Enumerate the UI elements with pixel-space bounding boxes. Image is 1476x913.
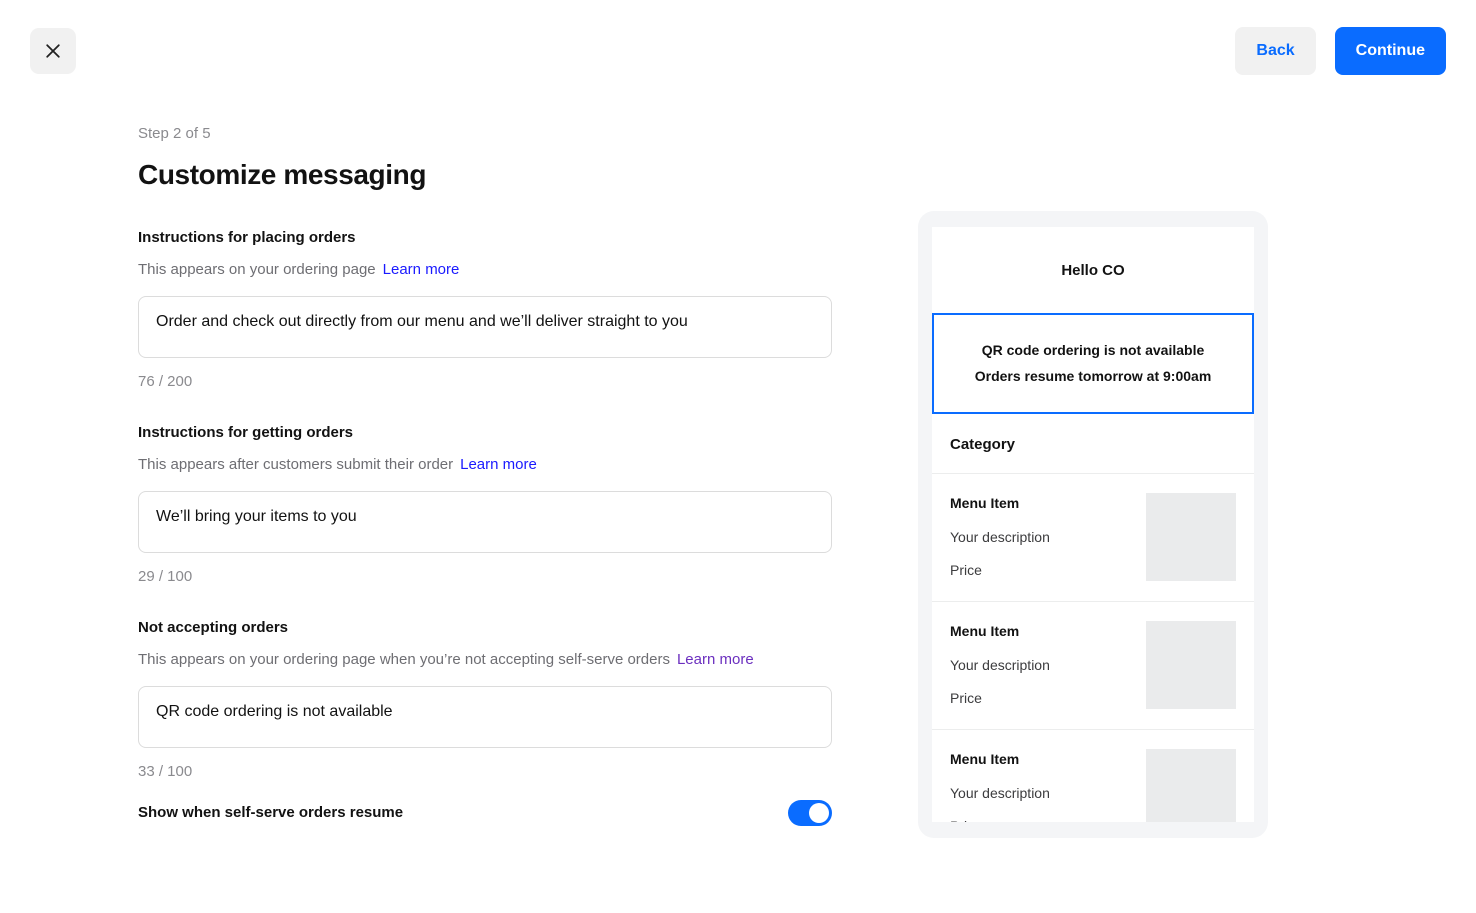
- ordering-page-preview: Hello CO QR code ordering is not availab…: [918, 211, 1268, 838]
- menu-item-description: Your description: [950, 784, 1050, 802]
- show-resume-toggle-row: Show when self-serve orders resume: [138, 800, 832, 826]
- menu-item-name: Menu Item: [950, 494, 1050, 512]
- form-column: Step 2 of 5 Customize messaging Instruct…: [138, 124, 838, 826]
- back-button[interactable]: Back: [1235, 27, 1315, 75]
- toggle-knob: [809, 803, 829, 823]
- field-helper: This appears after customers submit thei…: [138, 455, 838, 475]
- top-bar: Back Continue: [0, 0, 1476, 103]
- field-placing-orders: Instructions for placing orders This app…: [138, 228, 838, 392]
- page-title: Customize messaging: [138, 158, 838, 192]
- character-counter: 29 / 100: [138, 567, 838, 587]
- preview-alert-line-2: Orders resume tomorrow at 9:00am: [975, 367, 1212, 386]
- not-accepting-orders-input[interactable]: [138, 686, 832, 748]
- field-label: Instructions for placing orders: [138, 228, 838, 248]
- close-button[interactable]: [30, 28, 76, 74]
- section-spacer: [138, 587, 838, 618]
- continue-button[interactable]: Continue: [1335, 27, 1446, 75]
- preview-alert-line-1: QR code ordering is not available: [982, 341, 1205, 360]
- menu-item-description: Your description: [950, 656, 1050, 674]
- character-counter: 33 / 100: [138, 762, 838, 782]
- field-label: Not accepting orders: [138, 618, 838, 638]
- menu-item-row: Menu Item Your description Price: [932, 730, 1254, 822]
- preview-category-label: Category: [932, 414, 1254, 474]
- menu-item-price: Price: [950, 689, 1050, 707]
- menu-item-name: Menu Item: [950, 622, 1050, 640]
- character-counter: 76 / 200: [138, 372, 838, 392]
- menu-item-name: Menu Item: [950, 750, 1050, 768]
- learn-more-link[interactable]: Learn more: [677, 651, 754, 668]
- menu-item-price: Price: [950, 817, 1050, 822]
- field-helper: This appears on your ordering page when …: [138, 650, 838, 670]
- menu-item-row: Menu Item Your description Price: [932, 602, 1254, 730]
- field-helper-text: This appears on your ordering page when …: [138, 651, 670, 668]
- field-not-accepting-orders: Not accepting orders This appears on you…: [138, 618, 838, 782]
- preview-unavailable-message: QR code ordering is not available Orders…: [932, 313, 1254, 414]
- field-label: Instructions for getting orders: [138, 423, 838, 443]
- menu-item-price: Price: [950, 561, 1050, 579]
- learn-more-link[interactable]: Learn more: [383, 261, 460, 278]
- preview-screen: Hello CO QR code ordering is not availab…: [932, 227, 1254, 822]
- toggle-label: Show when self-serve orders resume: [138, 803, 403, 823]
- show-resume-toggle[interactable]: [788, 800, 832, 826]
- close-icon: [45, 43, 61, 59]
- preview-store-name: Hello CO: [932, 227, 1254, 313]
- menu-item-image-placeholder: [1146, 621, 1236, 709]
- menu-item-image-placeholder: [1146, 493, 1236, 581]
- menu-item-description: Your description: [950, 528, 1050, 546]
- instructions-placing-orders-input[interactable]: [138, 296, 832, 358]
- instructions-getting-orders-input[interactable]: [138, 491, 832, 553]
- learn-more-link[interactable]: Learn more: [460, 456, 537, 473]
- step-label: Step 2 of 5: [138, 124, 838, 144]
- field-getting-orders: Instructions for getting orders This app…: [138, 423, 838, 587]
- field-helper-text: This appears on your ordering page: [138, 261, 376, 278]
- menu-item-image-placeholder: [1146, 749, 1236, 822]
- menu-item-text: Menu Item Your description Price: [950, 493, 1050, 579]
- section-spacer: [138, 392, 838, 423]
- topbar-actions: Back Continue: [1235, 27, 1446, 75]
- menu-item-row: Menu Item Your description Price: [932, 474, 1254, 602]
- menu-item-text: Menu Item Your description Price: [950, 749, 1050, 822]
- menu-item-text: Menu Item Your description Price: [950, 621, 1050, 707]
- field-helper-text: This appears after customers submit thei…: [138, 456, 453, 473]
- field-helper: This appears on your ordering page Learn …: [138, 260, 838, 280]
